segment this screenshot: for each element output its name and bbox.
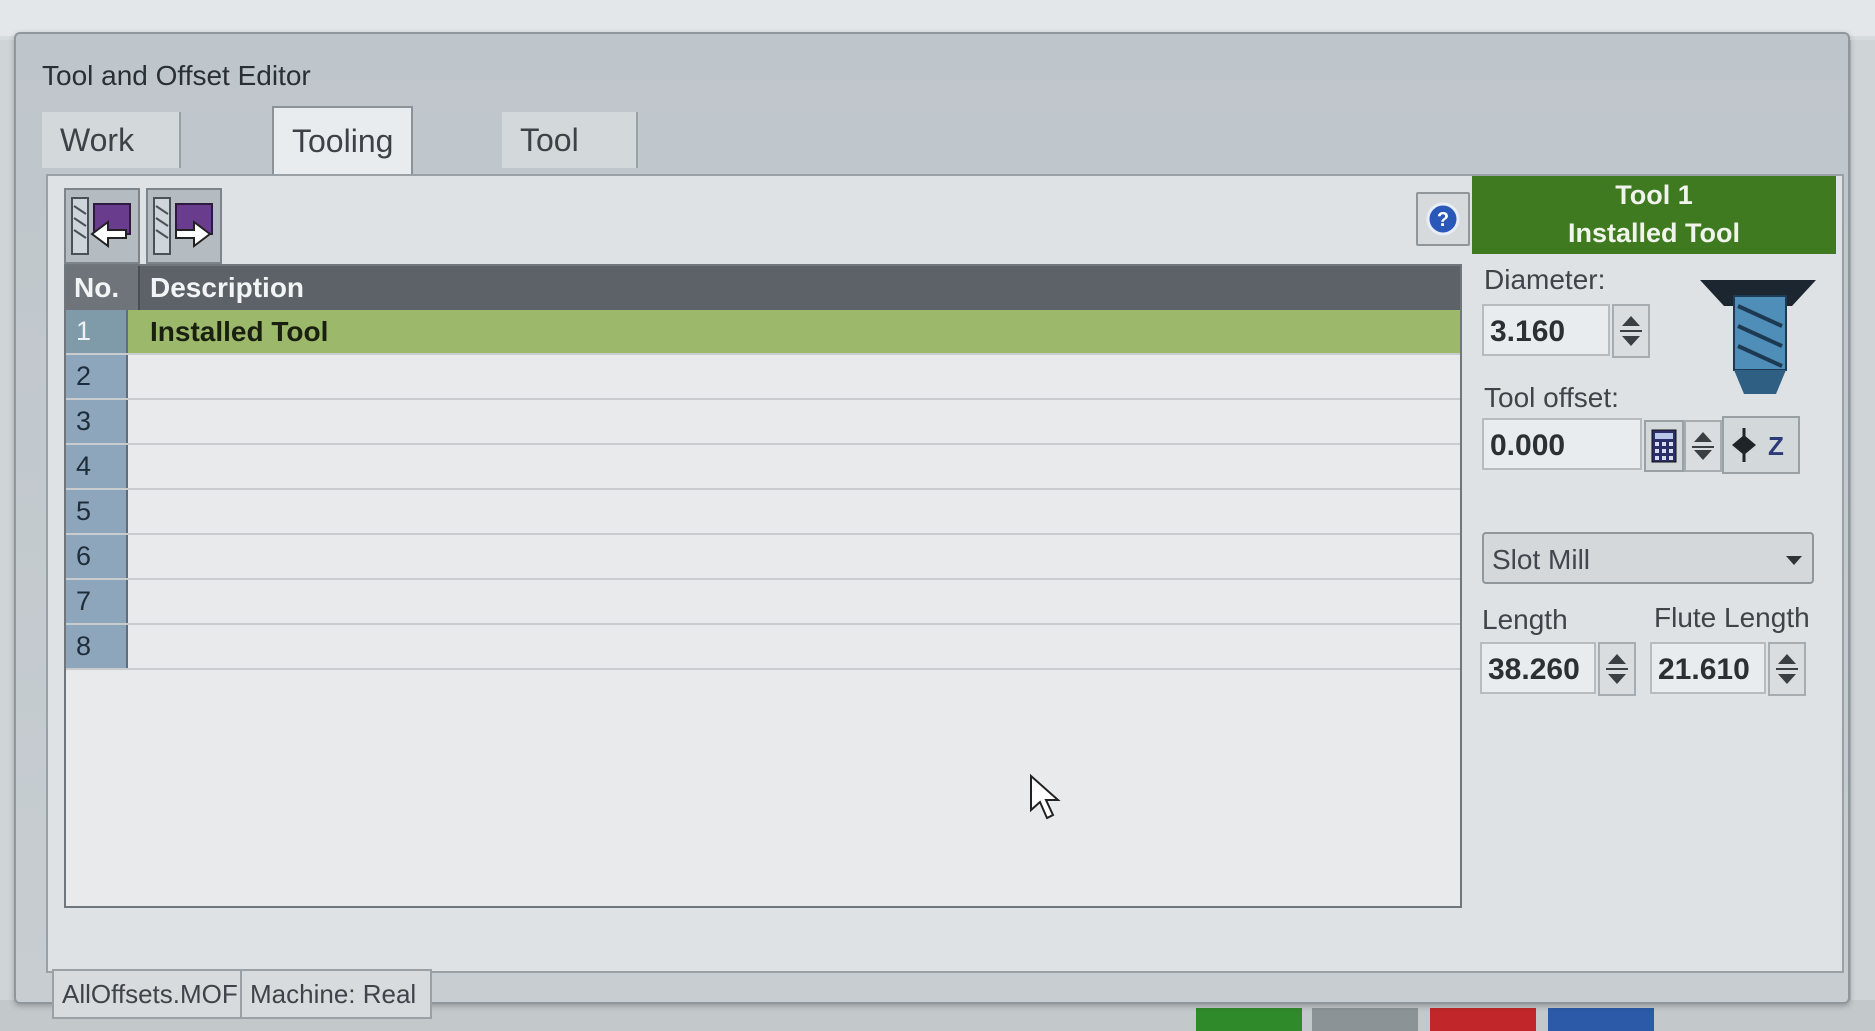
background-panel xyxy=(0,0,128,36)
row-number: 1 xyxy=(66,310,128,353)
table-row[interactable]: 5 xyxy=(66,490,1460,535)
calculator-icon xyxy=(1651,429,1677,463)
help-button[interactable]: ? xyxy=(1416,192,1470,246)
tab-tooling-data[interactable]: Tooling Data xyxy=(272,106,414,225)
flute-length-spinner[interactable] xyxy=(1768,642,1806,696)
spin-up-icon xyxy=(1622,316,1640,326)
table-row[interactable]: 2 xyxy=(66,355,1460,400)
diameter-label: Diameter: xyxy=(1484,264,1606,295)
export-tools-button[interactable] xyxy=(146,188,222,264)
row-description xyxy=(140,355,150,398)
help-icon: ? xyxy=(1426,202,1460,236)
row-description xyxy=(140,490,150,533)
spin-divider xyxy=(1776,668,1798,670)
tab-work-offsets[interactable]: Work Offsets xyxy=(42,112,181,214)
tool-type-dropdown[interactable]: Slot Mill xyxy=(1482,532,1814,584)
touch-off-z-button[interactable]: Z xyxy=(1722,416,1800,474)
spin-down-icon xyxy=(1622,336,1640,346)
spin-up-icon xyxy=(1608,654,1626,664)
table-row[interactable]: 4 xyxy=(66,445,1460,490)
toolbar: ? xyxy=(64,184,1470,264)
table-header: No. Description xyxy=(66,266,1460,310)
length-field[interactable]: 38.260 xyxy=(1480,642,1596,694)
touch-off-z-icon: Z xyxy=(1732,428,1784,462)
row-number: 8 xyxy=(66,625,128,668)
table-row[interactable]: 7 xyxy=(66,580,1460,625)
import-tools-button[interactable] xyxy=(64,188,140,264)
spin-down-icon xyxy=(1608,674,1626,684)
row-description xyxy=(140,535,150,578)
spin-down-icon xyxy=(1694,450,1712,460)
tool-number-title: Tool 1 xyxy=(1615,180,1693,210)
tool-offset-label: Tool offset: xyxy=(1484,382,1619,413)
spin-down-icon xyxy=(1778,674,1796,684)
row-number: 7 xyxy=(66,580,128,623)
tab-tool-library[interactable]: Tool Library xyxy=(502,112,638,214)
stop-button[interactable] xyxy=(1430,1008,1536,1031)
tool-offset-editor-dialog: Tool and Offset Editor Work Offsets Tool… xyxy=(14,32,1850,1019)
spin-divider xyxy=(1606,668,1628,670)
end-mill-tool-icon xyxy=(1700,280,1816,394)
row-number: 5 xyxy=(66,490,128,533)
row-number: 2 xyxy=(66,355,128,398)
feed-hold-button[interactable] xyxy=(1312,1008,1418,1031)
row-description: Installed Tool xyxy=(150,316,329,347)
svg-text:?: ? xyxy=(1437,209,1449,231)
column-header-description[interactable]: Description xyxy=(140,266,304,310)
table-row[interactable]: 8 xyxy=(66,625,1460,670)
status-file: AllOffsets.MOF xyxy=(52,969,242,1019)
background-panel xyxy=(1390,0,1875,36)
diameter-spinner[interactable] xyxy=(1612,304,1650,358)
spin-divider xyxy=(1620,330,1642,332)
import-tools-icon xyxy=(71,197,131,255)
length-spinner[interactable] xyxy=(1598,642,1636,696)
chevron-down-icon xyxy=(1786,556,1802,565)
row-description xyxy=(140,580,150,623)
mouse-cursor-icon xyxy=(1030,774,1061,820)
rewind-button[interactable] xyxy=(1548,1008,1654,1031)
tool-type-value: Slot Mill xyxy=(1492,544,1591,575)
background-panel xyxy=(126,0,1148,36)
table-row[interactable]: 1 Installed Tool xyxy=(66,310,1460,355)
row-description xyxy=(140,625,150,668)
cycle-start-button[interactable] xyxy=(1196,1008,1302,1031)
flute-length-label: Flute Length xyxy=(1654,602,1810,633)
row-number: 4 xyxy=(66,445,128,488)
tool-properties-panel: Tool 1 Installed Tool Diameter: 3.160 To… xyxy=(1472,176,1842,971)
diameter-field[interactable]: 3.160 xyxy=(1482,304,1610,356)
tool-table: No. Description 1 Installed Tool 2 3 4 5 xyxy=(64,264,1462,908)
spin-up-icon xyxy=(1778,654,1796,664)
calculator-button[interactable] xyxy=(1644,420,1684,472)
dialog-title: Tool and Offset Editor xyxy=(42,60,311,91)
tool-offset-spinner[interactable] xyxy=(1684,420,1722,472)
row-description xyxy=(140,445,150,488)
spin-divider xyxy=(1692,446,1714,448)
row-description xyxy=(140,400,150,443)
tool-offset-field[interactable]: 0.000 xyxy=(1482,418,1642,470)
status-machine: Machine: Real xyxy=(240,969,432,1019)
table-row[interactable]: 3 xyxy=(66,400,1460,445)
export-tools-icon xyxy=(153,197,213,255)
background-app-right xyxy=(1851,40,1875,1030)
table-row[interactable]: 6 xyxy=(66,535,1460,580)
tooling-data-page: ? No. Description 1 Installed Tool 2 3 4… xyxy=(46,174,1844,973)
row-number: 6 xyxy=(66,535,128,578)
length-label: Length xyxy=(1482,604,1568,635)
column-header-no[interactable]: No. xyxy=(66,266,140,310)
tool-name-title: Installed Tool xyxy=(1567,218,1740,248)
background-panel xyxy=(1146,0,1392,36)
spin-up-icon xyxy=(1694,432,1712,442)
tool-panel-header: Tool 1 Installed Tool xyxy=(1472,176,1836,254)
flute-length-field[interactable]: 21.610 xyxy=(1650,642,1766,694)
svg-text:Z: Z xyxy=(1768,431,1784,461)
row-number: 3 xyxy=(66,400,128,443)
